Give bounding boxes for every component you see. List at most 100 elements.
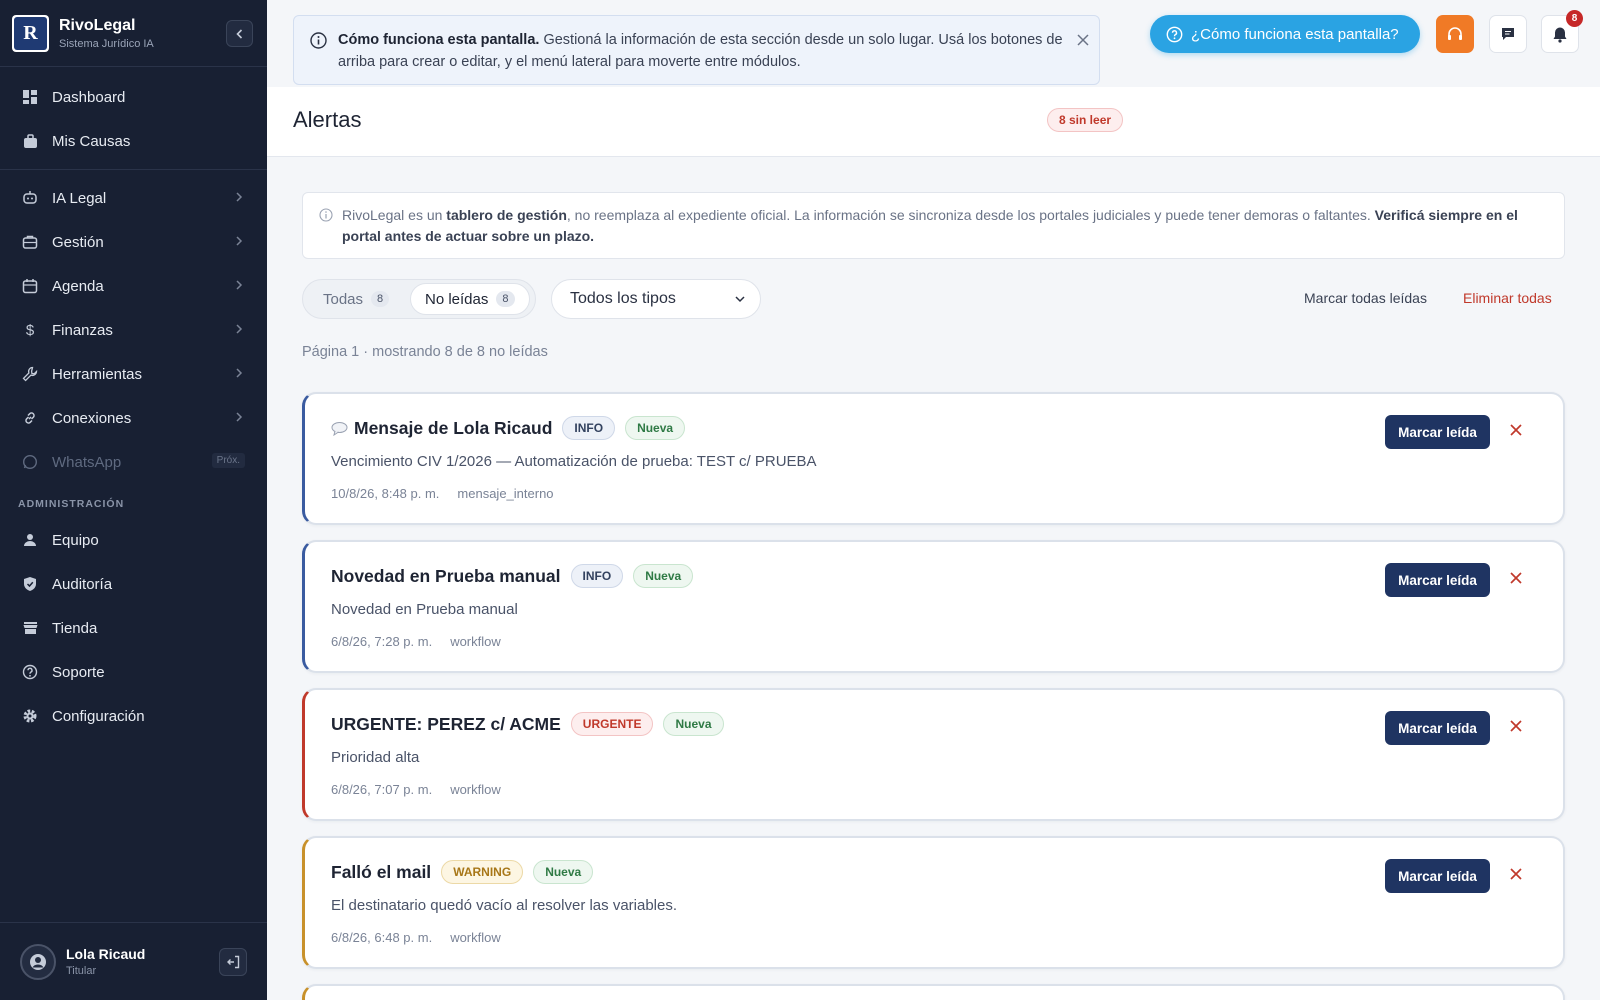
brand-subtitle: Sistema Jurídico IA <box>59 37 154 50</box>
delete-icon[interactable] <box>1509 423 1523 437</box>
dollar-icon: $ <box>25 321 35 339</box>
sidebar-item-label: Auditoría <box>52 575 113 593</box>
alert-date: 6/8/26, 6:48 p. m. <box>331 930 433 945</box>
sidebar-item-label: Configuración <box>52 707 145 725</box>
alert-date: 6/8/26, 7:28 p. m. <box>331 634 433 649</box>
user-profile[interactable]: Lola Ricaud Titular <box>0 922 267 1000</box>
notification-count-badge: 8 <box>1566 10 1583 27</box>
messages-button[interactable] <box>1489 15 1527 53</box>
delete-icon[interactable] <box>1509 571 1523 585</box>
tab-label: Todas <box>323 290 364 308</box>
mark-read-button[interactable]: Marcar leída <box>1385 859 1490 893</box>
sidebar-item-soporte[interactable]: Soporte <box>0 650 267 694</box>
gear-icon <box>22 708 38 724</box>
mark-read-button[interactable]: Marcar leída <box>1385 711 1490 745</box>
sidebar-item-label: Mis Causas <box>52 132 131 150</box>
user-name: Lola Ricaud <box>66 946 146 962</box>
collapse-sidebar-button[interactable] <box>226 20 253 47</box>
user-circle-icon <box>30 953 46 970</box>
main-content: Cómo funciona esta pantalla. Gestioná la… <box>267 0 1600 1000</box>
sidebar-item-auditoria[interactable]: Auditoría <box>0 562 267 606</box>
sidebar-item-label: IA Legal <box>52 189 107 207</box>
section-title-admin: ADMINISTRACIÓN <box>18 498 125 510</box>
link-icon <box>22 410 38 426</box>
alert-date: 6/8/26, 7:07 p. m. <box>331 782 433 797</box>
type-select-value: Todos los tipos <box>570 290 676 307</box>
sidebar-item-conexiones[interactable]: Conexiones <box>0 396 267 440</box>
alert-status-badge: Nueva <box>633 564 694 588</box>
alert-level-badge: URGENTE <box>570 712 654 736</box>
help-icon <box>22 664 38 680</box>
alert-status-badge: Nueva <box>533 860 594 884</box>
delete-icon[interactable] <box>1509 719 1523 733</box>
alert-meta: 10/8/26, 8:48 p. m. mensaje_interno <box>331 486 554 501</box>
sidebar-item-label: Dashboard <box>52 88 126 106</box>
sidebar-item-label: Agenda <box>52 277 104 295</box>
whatsapp-icon <box>22 454 38 470</box>
user-icon <box>22 532 38 548</box>
alert-card: Novedad en Prueba manual INFO Nueva Nove… <box>302 540 1565 673</box>
sidebar-item-agenda[interactable]: Agenda <box>0 264 267 308</box>
sidebar-item-whatsapp: WhatsApp Próx. <box>0 440 267 484</box>
user-role: Titular <box>66 965 97 977</box>
page-title: Alertas <box>293 107 362 132</box>
sidebar-item-label: Soporte <box>52 663 105 681</box>
unread-count-badge: 8 sin leer <box>1047 108 1124 132</box>
chevron-right-icon <box>236 324 243 334</box>
alert-level-badge: INFO <box>570 564 624 588</box>
info-icon <box>310 32 327 49</box>
sidebar-item-ia-legal[interactable]: IA Legal <box>0 176 267 220</box>
disclaimer-text-2: , no reemplaza al expediente oficial. La… <box>566 207 1375 223</box>
bell-icon <box>1553 27 1567 43</box>
pagination-info: Página 1 · mostrando 8 de 8 no leídas <box>302 344 548 360</box>
logout-button[interactable] <box>219 948 247 976</box>
logo[interactable]: R <box>12 14 49 52</box>
tab-todas[interactable]: Todas 8 <box>309 283 403 315</box>
robot-icon <box>22 190 38 206</box>
sidebar-item-gestion[interactable]: Gestión <box>0 220 267 264</box>
sidebar-item-finanzas[interactable]: $ Finanzas <box>0 308 267 352</box>
store-icon <box>22 620 38 636</box>
brand-header: R RivoLegal Sistema Jurídico IA <box>0 0 267 67</box>
alert-title: Novedad en Prueba manual <box>331 565 561 586</box>
sidebar-item-equipo[interactable]: Equipo <box>0 518 267 562</box>
chevron-right-icon <box>236 236 243 246</box>
logout-icon <box>227 955 240 969</box>
alert-source: workflow <box>450 782 501 797</box>
sidebar-item-dashboard[interactable]: Dashboard <box>0 75 267 119</box>
help-button[interactable]: ¿Cómo funciona esta pantalla? <box>1150 15 1420 53</box>
mark-read-button[interactable]: Marcar leída <box>1385 563 1490 597</box>
headset-icon <box>1448 27 1462 40</box>
notifications-button[interactable]: 8 <box>1541 10 1583 53</box>
tab-no-leidas[interactable]: No leídas 8 <box>410 283 530 315</box>
alert-meta: 6/8/26, 6:48 p. m. workflow <box>331 930 501 945</box>
sidebar-item-herramientas[interactable]: Herramientas <box>0 352 267 396</box>
type-filter-select[interactable]: Todos los tipos <box>551 279 761 319</box>
info-icon <box>319 208 333 222</box>
sidebar-item-tienda[interactable]: Tienda <box>0 606 267 650</box>
delete-all-link[interactable]: Eliminar todas <box>1463 290 1552 306</box>
sidebar-item-mis-causas[interactable]: Mis Causas <box>0 119 267 163</box>
folder-icon <box>22 234 38 250</box>
dashboard-icon <box>22 89 38 105</box>
alert-card: Mensaje de Lola Ricaud INFO Nueva Vencim… <box>302 392 1565 525</box>
coming-soon-badge: Próx. <box>211 453 245 468</box>
mark-read-button[interactable]: Marcar leída <box>1385 415 1490 449</box>
wrench-icon <box>22 366 38 382</box>
close-icon[interactable] <box>1076 33 1090 47</box>
chevron-down-icon <box>735 296 745 303</box>
sidebar-item-configuracion[interactable]: Configuración <box>0 694 267 738</box>
read-filter-tabs: Todas 8 No leídas 8 <box>302 279 536 319</box>
delete-icon[interactable] <box>1509 867 1523 881</box>
chevron-left-icon <box>235 28 242 39</box>
alert-meta: 6/8/26, 7:28 p. m. workflow <box>331 634 501 649</box>
alert-card-partial <box>302 984 1565 1000</box>
brand-name: RivoLegal <box>59 16 136 34</box>
chevron-right-icon <box>236 368 243 378</box>
alert-title: URGENTE: PEREZ c/ ACME <box>331 713 561 734</box>
mark-all-read-link[interactable]: Marcar todas leídas <box>1304 290 1427 306</box>
sidebar: R RivoLegal Sistema Jurídico IA Dashboar… <box>0 0 267 1000</box>
support-button[interactable] <box>1436 15 1474 53</box>
alert-description: Vencimiento CIV 1/2026 — Automatización … <box>331 453 817 470</box>
alert-source: workflow <box>450 930 501 945</box>
